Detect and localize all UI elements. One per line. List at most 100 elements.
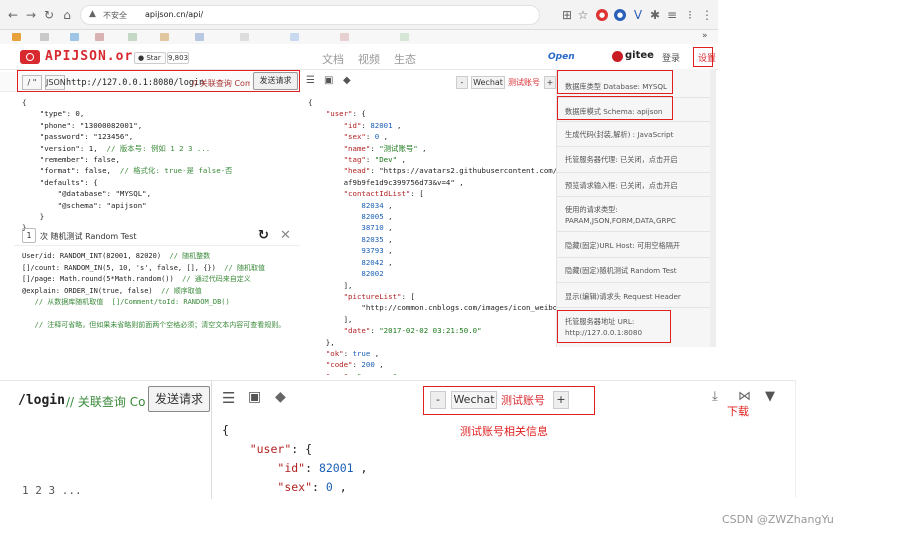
code-line: "password": "123456", [22, 132, 134, 142]
extension-icon[interactable]: ● [596, 9, 608, 21]
code-line: "defaults": { [22, 177, 98, 187]
settings-menu-item[interactable]: 预览请求输入框: 已关闭，点击开启 [565, 180, 678, 191]
random-test-editor[interactable]: User/id: RANDOM_INT(82001, 82020) // 随机整… [22, 251, 300, 371]
bookmark-icon[interactable] [340, 33, 349, 41]
code-line: @explain: ORDER_IN(true, false) // 顺序取值 [22, 286, 202, 295]
menu-divider [557, 231, 713, 232]
settings-menu-item[interactable]: 显示(编辑)请求头 Request Header [565, 291, 681, 302]
account-plus-button[interactable]: + [544, 76, 556, 89]
bookmark-icon[interactable] [128, 33, 137, 41]
bookmark-icon[interactable] [70, 33, 79, 41]
response-viewer[interactable]: { "user": { "id": 82001 , "sex": 0 , "na… [308, 97, 556, 375]
url-text: apijson.cn/api/ [145, 10, 204, 19]
nav-docs[interactable]: 文档 [322, 51, 344, 67]
github-star-button[interactable]: ● Star [134, 52, 166, 64]
request-highlight [17, 70, 300, 92]
github-star-count[interactable]: 9,803 [167, 52, 189, 64]
menu-divider [557, 196, 713, 197]
bookmark-icon[interactable] [95, 33, 104, 41]
json-line: "user": { [325, 109, 366, 119]
layers-icon[interactable]: ◆ [275, 389, 286, 405]
download-annotation: 下载 [727, 405, 749, 418]
logo-text[interactable]: APIJSON.org [45, 49, 142, 64]
settings-menu-item[interactable]: PARAM,JSON,FORM,DATA,GRPC [565, 215, 676, 226]
json-line: "tag": "Dev" , [343, 155, 406, 165]
bookmark-icon[interactable] [290, 33, 299, 41]
app-header: APIJSON.org ● Star 9,803 文档 视频 生态 Open g… [0, 44, 718, 70]
account-label[interactable]: 测试账号 [508, 77, 540, 88]
reading-list-icon[interactable]: ≡ [665, 8, 679, 22]
zoom-url[interactable]: /login [18, 393, 65, 408]
json-line: 82002 [361, 269, 384, 279]
json-line: "ok": true , [325, 348, 380, 358]
download-icon[interactable]: ⤓ [712, 389, 718, 404]
extensions-puzzle-icon[interactable]: ✱ [648, 8, 662, 22]
close-icon[interactable]: ✕ [280, 228, 291, 243]
database-highlight [557, 70, 673, 94]
json-line: 82042 , [361, 257, 393, 267]
more-bookmarks[interactable]: » [702, 31, 708, 41]
json-line: { [222, 423, 229, 437]
settings-menu-item[interactable]: 隐藏(固定)随机测试 Random Test [565, 265, 677, 276]
shirt-icon[interactable]: ▼ [765, 389, 775, 404]
json-line: "name": "测试账号" , [222, 497, 642, 499]
save-icon[interactable]: ▣ [248, 389, 261, 405]
settings-menu-item[interactable]: 隐藏(固定)URL Host: 可用空格隔开 [565, 240, 680, 251]
server-url-highlight [557, 310, 671, 343]
save-icon[interactable]: ▣ [324, 76, 334, 86]
refresh-icon[interactable]: ↻ [258, 228, 269, 243]
share-icon[interactable]: ⋈ [738, 389, 751, 404]
bookmark-icon[interactable] [195, 33, 204, 41]
settings-menu-item[interactable]: 托管服务器代理: 已关闭，点击开启 [565, 154, 678, 165]
browser-toolbar: ← → ↻ ⌂ ▲ 不安全 apijson.cn/api/ ⊞ ☆ ● ● V … [0, 0, 718, 30]
home-icon[interactable]: ⌂ [60, 8, 74, 22]
gitee-link[interactable]: gitee [625, 50, 654, 61]
json-line: "head": "https://avatars2.githubusercont… [343, 166, 556, 176]
menu-divider [557, 282, 713, 283]
layers-icon[interactable]: ◆ [343, 76, 353, 86]
nav-video[interactable]: 视频 [358, 51, 380, 67]
bookmark-icon[interactable] [400, 33, 409, 41]
bookmark-icon[interactable] [40, 33, 49, 41]
back-icon[interactable]: ← [6, 8, 20, 22]
kebab-menu-icon[interactable]: ⋮ [700, 8, 714, 22]
login-link[interactable]: 登录 [662, 51, 680, 64]
code-line: "remember": false, [22, 155, 120, 165]
format-list-icon[interactable]: ☰ [306, 76, 316, 86]
json-line: "id": 82001 , [343, 120, 402, 130]
account-minus-button[interactable]: - [456, 76, 468, 89]
code-line: { [22, 98, 27, 107]
json-line: "code": 200 , [325, 360, 384, 370]
bookmark-icon[interactable] [160, 33, 169, 41]
request-body-editor[interactable]: { "type": 0, "phone": "13000082001", "pa… [22, 97, 300, 232]
bookmark-star-icon[interactable]: ☆ [576, 8, 590, 22]
menu-divider [557, 257, 713, 258]
json-line: "sex": 0 , [277, 480, 347, 494]
random-count-input[interactable]: 1 [22, 228, 36, 243]
settings-menu-item[interactable]: 生成代码(封装,解析) : JavaScript [565, 129, 673, 140]
bookmark-icon[interactable] [240, 33, 249, 41]
forward-icon[interactable]: → [24, 8, 38, 22]
zoom-send-button[interactable]: 发送请求 [148, 386, 210, 412]
address-bar[interactable]: ▲ 不安全 apijson.cn/api/ [80, 5, 540, 25]
reload-icon[interactable]: ↻ [42, 8, 56, 22]
settings-highlight [693, 47, 713, 67]
translate-icon[interactable]: ⊞ [560, 8, 574, 22]
settings-menu-item[interactable]: 使用的请求类型: [565, 204, 618, 215]
nav-ecosystem[interactable]: 生态 [394, 51, 416, 67]
menu-scrollbar[interactable] [710, 69, 716, 347]
profile-icon[interactable]: ⁝ [683, 8, 697, 22]
format-list-icon[interactable]: ☰ [222, 389, 235, 407]
code-line: // 注释可省略，但如果未省略则前面两个空格必须；清空文本内容可查看规则。 [34, 321, 286, 329]
zoom-response-viewer[interactable]: { "user": { "id": 82001 , "sex": 0 , "na… [222, 421, 642, 499]
schema-highlight [557, 96, 673, 120]
json-line: "pictureList": [ [343, 291, 415, 301]
account-select[interactable]: Wechat [471, 76, 505, 89]
open-logo[interactable]: Open [548, 52, 575, 62]
extension-icon[interactable]: V [631, 8, 645, 22]
json-line: 93793 , [361, 246, 393, 256]
bookmark-icon[interactable] [12, 33, 21, 41]
json-line: }, [308, 337, 335, 347]
extension-icon[interactable]: ● [614, 9, 626, 21]
